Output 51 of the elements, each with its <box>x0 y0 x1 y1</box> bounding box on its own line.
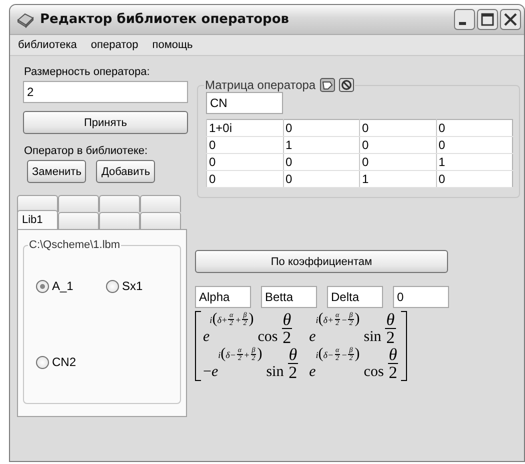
operator-radio[interactable]: CN2 <box>36 355 76 369</box>
maximize-button[interactable] <box>477 9 498 30</box>
parameter-field[interactable]: Delta <box>327 286 383 308</box>
menu-item[interactable]: помощь <box>152 39 193 51</box>
tab[interactable] <box>58 195 99 212</box>
table-cell[interactable]: 0 <box>360 120 436 136</box>
table-cell[interactable]: 1 <box>360 170 436 188</box>
dimension-field[interactable]: 2 <box>23 81 188 103</box>
table-cell[interactable]: 0 <box>206 170 283 188</box>
table-cell[interactable]: 1 <box>436 154 512 170</box>
coefficients-button[interactable]: По коэффициентам <box>195 250 448 273</box>
tab[interactable] <box>99 195 140 212</box>
prohibit-icon[interactable] <box>338 78 354 92</box>
parameter-field[interactable]: Betta <box>261 286 317 308</box>
table-cell[interactable]: 0 <box>436 170 512 188</box>
library-button[interactable]: Добавить <box>96 160 156 183</box>
table-cell[interactable]: 1+0i <box>206 120 283 136</box>
accept-button[interactable]: Принять <box>23 111 188 134</box>
book-icon <box>16 11 34 28</box>
close-button[interactable] <box>500 9 521 30</box>
tab[interactable] <box>140 195 181 212</box>
tab[interactable] <box>99 212 140 229</box>
tab[interactable] <box>17 195 58 212</box>
operator-name-field[interactable]: CN <box>206 92 283 114</box>
table-cell[interactable]: 0 <box>283 120 360 136</box>
library-label: Оператор в библиотеке: <box>24 145 149 157</box>
menu-item[interactable]: оператор <box>90 39 138 51</box>
table-cell[interactable]: 0 <box>206 136 283 154</box>
dimension-label: Размерность оператора: <box>24 66 151 78</box>
table-cell[interactable]: 0 <box>360 154 436 170</box>
tile-icon[interactable] <box>320 78 335 92</box>
table-cell[interactable]: 0 <box>206 154 283 170</box>
tab[interactable]: Lib1 <box>17 210 58 229</box>
operator-radio[interactable]: Sx1 <box>106 279 143 293</box>
tab[interactable] <box>140 212 181 229</box>
menu-item[interactable]: библиотека <box>18 39 77 51</box>
tab[interactable] <box>58 212 99 229</box>
minimize-button[interactable] <box>454 9 475 30</box>
table-cell[interactable]: 0 <box>436 136 512 154</box>
parameter-field[interactable]: 0 <box>393 286 449 308</box>
table-cell[interactable]: 0 <box>360 136 436 154</box>
file-path: C:\Qscheme\1.lbm <box>28 239 122 251</box>
window-title: Редактор библиотек операторов <box>40 12 290 27</box>
table-cell[interactable]: 0 <box>436 120 512 136</box>
table-cell[interactable]: 1 <box>283 136 360 154</box>
parameter-field[interactable]: Alpha <box>195 286 251 308</box>
library-button[interactable]: Заменить <box>27 160 86 183</box>
operator-radio[interactable]: A_1 <box>36 279 74 293</box>
group-title: Матрица оператора <box>205 78 316 92</box>
table-cell[interactable]: 0 <box>283 154 360 170</box>
table-cell[interactable]: 0 <box>283 170 360 188</box>
